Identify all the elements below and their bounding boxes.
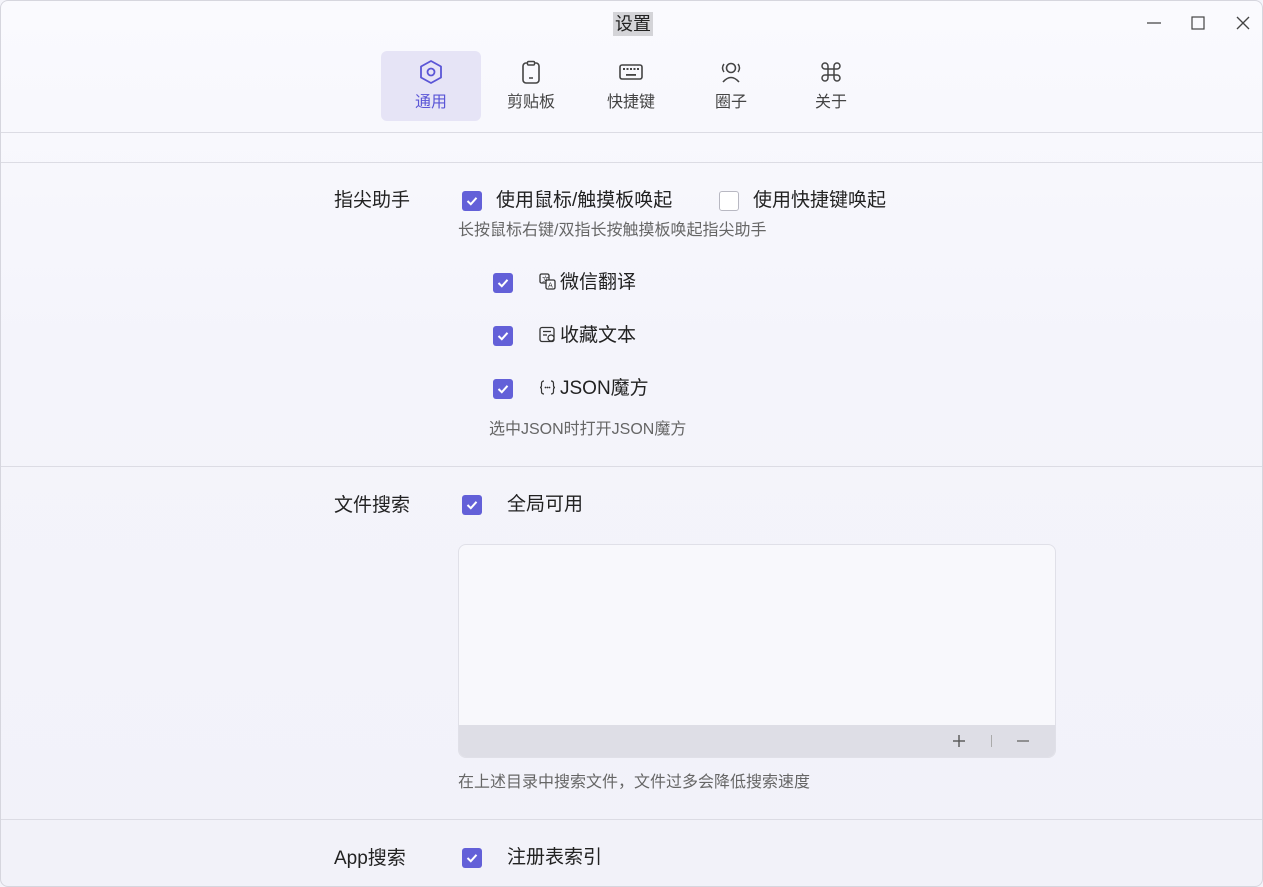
check-icon (466, 197, 478, 206)
check-icon (466, 854, 478, 863)
bookmark-text-option[interactable]: 收藏文本 (539, 324, 636, 348)
command-icon (817, 58, 845, 86)
wechat-translate-option[interactable]: 文 A 微信翻译 (539, 271, 636, 295)
file-search-label: 文件搜索 (334, 495, 411, 516)
fingertip-hint: 长按鼠标右键/双指长按触摸板唤起指尖助手 (458, 222, 767, 239)
check-icon (497, 279, 509, 288)
wechat-translate-label: 微信翻译 (560, 272, 637, 293)
tab-community-label: 圈子 (714, 94, 747, 111)
file-search-hint: 在上述目录中搜索文件，文件过多会降低搜索速度 (458, 774, 811, 791)
minus-icon (1017, 740, 1029, 742)
json-cube-label: JSON魔方 (560, 378, 649, 399)
mouse-trigger-checkbox[interactable] (462, 191, 482, 211)
file-search-global-checkbox[interactable] (462, 495, 482, 515)
check-icon (497, 332, 509, 341)
maximize-button[interactable] (1188, 13, 1208, 33)
json-cube-option[interactable]: JSON魔方 (539, 377, 649, 401)
json-cube-checkbox[interactable] (493, 379, 513, 399)
section-divider (1, 819, 1262, 820)
plus-icon (953, 735, 965, 747)
group-icon (717, 58, 745, 86)
title-bar: 设置 通用 剪贴板 快捷键 圈子 关于 (1, 1, 1262, 133)
json-braces-icon (539, 380, 556, 395)
settings-window: 设置 通用 剪贴板 快捷键 圈子 关于 指尖助手 使用鼠标/触摸板唤起 使用快捷… (0, 0, 1263, 887)
json-cube-hint: 选中JSON时打开JSON魔方 (489, 421, 687, 438)
tab-general[interactable]: 通用 (381, 51, 481, 121)
tab-about-label: 关于 (814, 94, 847, 111)
bookmark-text-icon (539, 326, 555, 343)
registry-index-label[interactable]: 注册表索引 (507, 846, 602, 870)
clipboard-icon (517, 58, 545, 86)
section-divider (1, 466, 1262, 467)
bookmark-text-label: 收藏文本 (560, 325, 637, 346)
toolbar-separator (991, 735, 992, 747)
close-button[interactable] (1233, 13, 1253, 33)
window-title: 设置 (613, 12, 653, 36)
tab-general-label: 通用 (414, 94, 447, 111)
hotkey-trigger-checkbox[interactable] (719, 191, 739, 211)
mouse-trigger-label[interactable]: 使用鼠标/触摸板唤起 (496, 189, 672, 213)
directory-list-toolbar (459, 725, 1055, 757)
check-icon (497, 385, 509, 394)
translate-icon: 文A (539, 273, 556, 290)
tab-clipboard-label: 剪贴板 (506, 94, 555, 111)
wechat-translate-checkbox[interactable] (493, 273, 513, 293)
registry-index-checkbox[interactable] (462, 848, 482, 868)
keyboard-icon (617, 58, 645, 86)
section-divider (1, 162, 1262, 163)
tab-community[interactable]: 圈子 (681, 51, 781, 121)
maximize-icon (1191, 16, 1205, 30)
minimize-button[interactable] (1144, 13, 1164, 33)
bookmark-text-checkbox[interactable] (493, 326, 513, 346)
app-search-label: App搜索 (334, 848, 406, 869)
fingertip-label: 指尖助手 (334, 190, 411, 211)
tab-shortcuts-label: 快捷键 (606, 94, 655, 111)
remove-directory-button[interactable] (1013, 731, 1033, 751)
add-directory-button[interactable] (949, 731, 969, 751)
tab-clipboard[interactable]: 剪贴板 (481, 51, 581, 121)
search-directory-list[interactable] (458, 544, 1056, 758)
close-icon (1236, 16, 1250, 30)
check-icon (466, 501, 478, 510)
svg-text:A: A (548, 282, 553, 290)
settings-tabs: 通用 剪贴板 快捷键 圈子 关于 (381, 51, 881, 121)
minimize-icon (1147, 22, 1161, 24)
hotkey-trigger-label[interactable]: 使用快捷键唤起 (753, 189, 886, 213)
hexagon-settings-icon (417, 58, 445, 86)
file-search-global-label[interactable]: 全局可用 (507, 493, 583, 517)
tab-shortcuts[interactable]: 快捷键 (581, 51, 681, 121)
tab-about[interactable]: 关于 (781, 51, 881, 121)
